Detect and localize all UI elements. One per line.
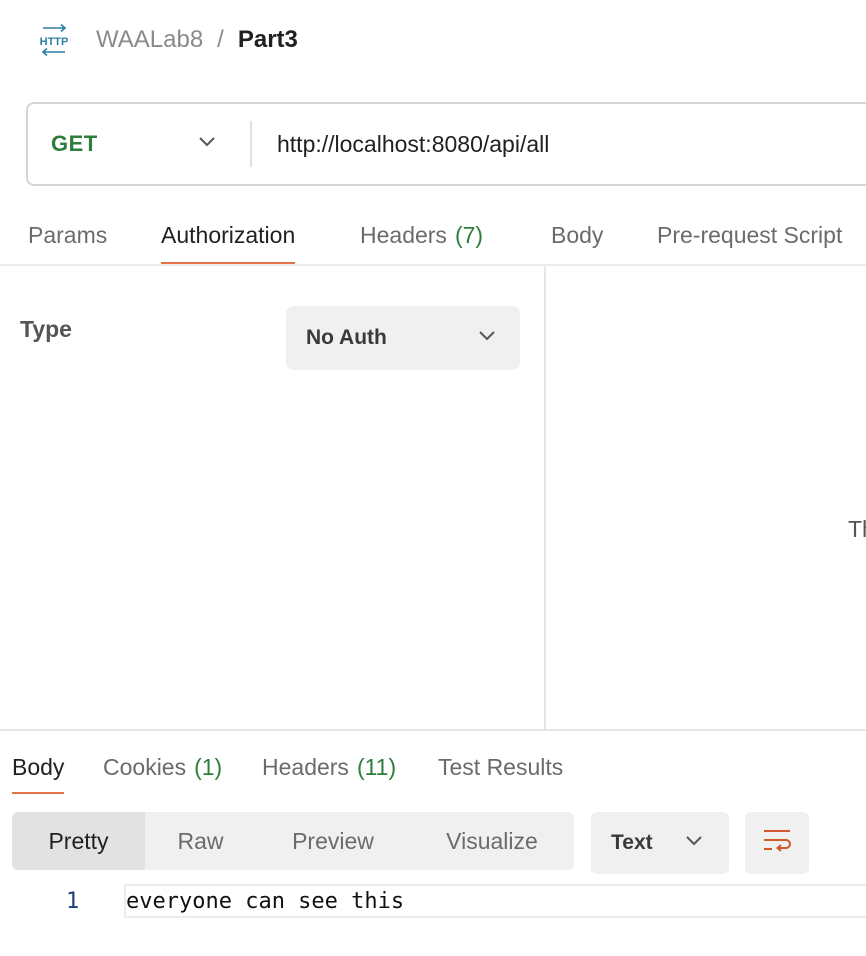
tab-label: Headers [360, 221, 447, 248]
auth-type-select[interactable]: No Auth [286, 306, 520, 370]
view-visualize-button[interactable]: Visualize [410, 812, 574, 870]
view-label: Visualize [446, 827, 538, 854]
response-tab-headers[interactable]: Headers (11) [262, 740, 396, 794]
tab-label: Cookies [103, 753, 187, 780]
divider [250, 121, 252, 167]
http-icon: HTTP [36, 22, 72, 58]
url-bar: GET http://localhost:8080/api/all [26, 102, 866, 186]
auth-info-text: Th [848, 516, 866, 542]
auth-type-label: Type [20, 316, 72, 342]
breadcrumb-collection[interactable]: WAALab8 [96, 26, 203, 54]
panel-divider[interactable] [544, 266, 546, 730]
format-select[interactable]: Text [591, 812, 729, 874]
tab-label: Body [551, 221, 604, 248]
tab-pre-request-script[interactable]: Pre-request Script [657, 206, 842, 264]
request-tabs: Params Authorization Headers (7) Body Pre… [0, 206, 866, 266]
headers-count: (11) [356, 753, 397, 780]
view-label: Pretty [48, 827, 109, 854]
svg-text:HTTP: HTTP [40, 36, 69, 48]
chevron-down-icon [685, 834, 703, 852]
response-divider[interactable] [0, 729, 866, 731]
tab-label: Test Results [438, 753, 564, 780]
url-input[interactable]: http://localhost:8080/api/all [277, 131, 549, 158]
tab-authorization[interactable]: Authorization [161, 206, 296, 264]
view-label: Preview [292, 827, 374, 854]
view-label: Raw [177, 827, 224, 854]
response-tab-body[interactable]: Body [12, 740, 65, 794]
response-body-editor[interactable]: 1 everyone can see this [0, 882, 866, 922]
response-tab-test-results[interactable]: Test Results [438, 740, 563, 794]
tab-label: Pre-request Script [657, 221, 843, 248]
tab-headers[interactable]: Headers (7) [360, 206, 483, 264]
method-select[interactable]: GET [28, 104, 250, 184]
chevron-down-icon [198, 135, 216, 153]
wrap-lines-button[interactable] [745, 812, 809, 874]
auth-type-value: No Auth [306, 326, 387, 349]
response-tabs: Body Cookies (1) Headers (11) Test Results [0, 740, 866, 796]
breadcrumb: HTTP WAALab8 / Part3 [36, 22, 298, 58]
view-preview-button[interactable]: Preview [256, 812, 410, 870]
wrap-lines-icon [762, 827, 792, 860]
tab-label: Params [28, 221, 108, 248]
tab-label: Body [12, 753, 65, 780]
code-line[interactable]: everyone can see this [124, 884, 866, 918]
chevron-down-icon [478, 329, 496, 347]
view-pretty-button[interactable]: Pretty [12, 812, 145, 870]
format-value: Text [611, 831, 653, 854]
cookies-count: (1) [194, 753, 223, 780]
request-name[interactable]: Part3 [238, 26, 298, 54]
tab-label: Authorization [161, 221, 296, 248]
tab-params[interactable]: Params [28, 206, 107, 264]
method-label: GET [51, 131, 98, 156]
breadcrumb-separator: / [217, 26, 224, 53]
view-mode-group: Pretty Raw Preview Visualize [12, 812, 574, 870]
tab-label: Headers [262, 753, 349, 780]
view-raw-button[interactable]: Raw [145, 812, 256, 870]
tab-body[interactable]: Body [551, 206, 603, 264]
line-number: 1 [66, 889, 80, 914]
response-tab-cookies[interactable]: Cookies (1) [103, 740, 222, 794]
headers-count: (7) [454, 221, 484, 248]
